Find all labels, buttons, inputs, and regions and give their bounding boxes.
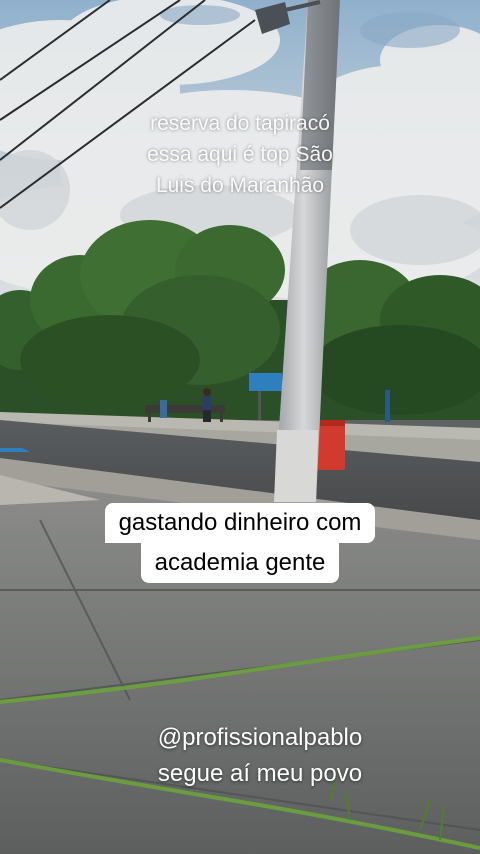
person-at-bench — [203, 388, 211, 422]
top-caption-line: essa aqui é top São — [147, 143, 333, 166]
top-caption-line: Luis do Maranhão — [155, 174, 325, 197]
bottom-caption: @profissionalpablo segue aí meu povo — [65, 720, 455, 792]
top-caption: reserva do tapiracó essa aqui é top São … — [90, 108, 390, 201]
bottom-caption-line: segue aí meu povo — [157, 760, 363, 787]
middle-caption-line: gastando dinheiro com — [104, 503, 376, 543]
top-caption-line: reserva do tapiracó — [150, 112, 330, 135]
middle-caption-line: academia gente — [140, 543, 340, 583]
middle-caption: gastando dinheiro com academia gente — [0, 503, 480, 583]
bottom-caption-handle: @profissionalpablo — [157, 724, 363, 751]
